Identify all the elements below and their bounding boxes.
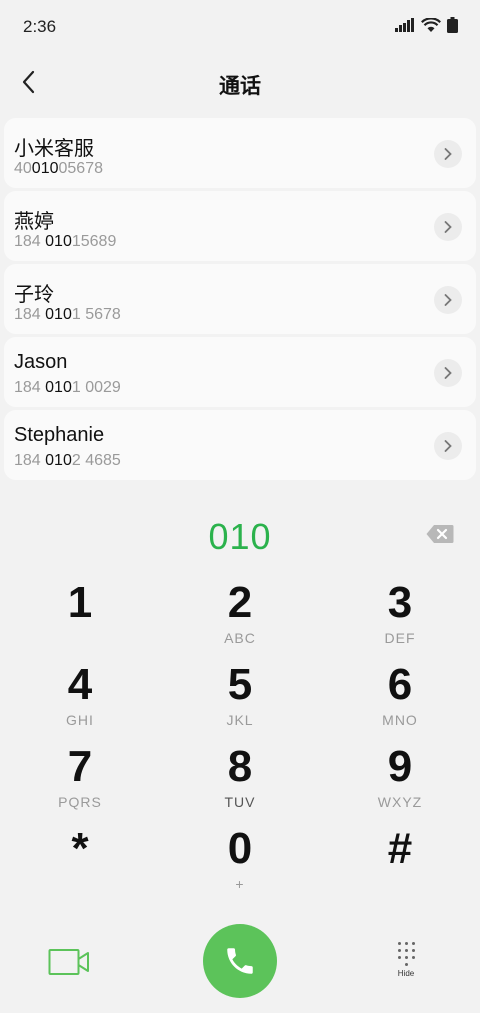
contact-name: Jason: [14, 351, 68, 373]
key-3[interactable]: 3 DEF: [320, 578, 480, 660]
key-7[interactable]: 7 PQRS: [0, 742, 160, 824]
contact-number: 184 0101 5678: [14, 306, 121, 323]
key-8[interactable]: 8 TUV: [160, 742, 320, 824]
contact-row[interactable]: Stephanie 184 0102 4685: [4, 410, 476, 480]
chevron-right-icon: [444, 294, 452, 306]
status-time: 2:36: [23, 17, 57, 36]
contact-row[interactable]: 燕婷 184 01015689: [4, 191, 476, 261]
key-5[interactable]: 5 JKL: [160, 660, 320, 742]
contact-detail-button[interactable]: [434, 432, 462, 460]
key-digit: 2: [227, 578, 253, 627]
contact-detail-button[interactable]: [434, 359, 462, 387]
chevron-right-icon: [444, 148, 452, 160]
key-letters: MNO: [382, 712, 418, 728]
key-digit: #: [387, 824, 413, 873]
contact-number: 184 01015689: [14, 233, 117, 250]
key-digit: 5: [227, 660, 253, 709]
key-digit: 3: [387, 578, 413, 627]
contact-number: 184 0102 4685: [14, 452, 121, 469]
key-digit: 1: [67, 578, 93, 627]
key-digit: 0: [227, 824, 253, 873]
bottom-action-bar: Hide: [0, 922, 480, 1002]
key-digit: 8: [227, 742, 253, 791]
contact-row[interactable]: 子玲 184 0101 5678: [4, 264, 476, 334]
key-digit: 6: [387, 660, 413, 709]
wifi-icon: [421, 17, 441, 32]
number-display: 010: [0, 512, 480, 562]
dialed-number[interactable]: 010: [0, 516, 480, 558]
video-call-button[interactable]: [48, 947, 90, 977]
contact-name: 小米客服: [14, 138, 94, 160]
chevron-right-icon: [444, 440, 452, 452]
status-bar: 2:36: [0, 0, 480, 52]
hide-label: Hide: [397, 969, 415, 978]
phone-icon: [227, 948, 253, 974]
key-letters: DEF: [384, 630, 416, 646]
key-letters: GHI: [66, 712, 94, 728]
key-2[interactable]: 2 ABC: [160, 578, 320, 660]
contact-detail-button[interactable]: [434, 213, 462, 241]
contact-detail-button[interactable]: [434, 286, 462, 314]
key-6[interactable]: 6 MNO: [320, 660, 480, 742]
backspace-button[interactable]: [426, 524, 454, 546]
contact-row[interactable]: 小米客服 4001005678: [4, 118, 476, 188]
key-digit: 7: [67, 742, 93, 791]
number-match-highlight: 010: [45, 379, 72, 396]
key-4[interactable]: 4 GHI: [0, 660, 160, 742]
key-letters: +: [235, 876, 245, 892]
header: 通话: [0, 60, 480, 108]
dial-keypad: 1 2 ABC 3 DEF 4 GHI 5 JKL 6 MNO 7 PQRS 8 TUV 9 W…: [0, 578, 480, 906]
contact-name: 燕婷: [14, 211, 54, 233]
page-title: 通话: [219, 75, 261, 98]
battery-icon: [447, 17, 458, 33]
contact-number: 184 0101 0029: [14, 379, 121, 396]
contact-name: Stephanie: [14, 424, 105, 446]
key-0[interactable]: 0 +: [160, 824, 320, 906]
contact-detail-button[interactable]: [434, 140, 462, 168]
key-digit: 9: [387, 742, 413, 791]
number-match-highlight: 010: [31, 160, 59, 177]
signal-icon: [395, 18, 414, 32]
key-letters: ABC: [224, 630, 256, 646]
key-hash[interactable]: #: [320, 824, 480, 906]
keypad-grid-icon: [397, 942, 415, 966]
call-button[interactable]: [203, 924, 277, 998]
key-letters: JKL: [226, 712, 254, 728]
key-letters: TUV: [224, 794, 256, 810]
number-match-highlight: 010: [45, 233, 72, 250]
key-digit: 4: [67, 660, 93, 709]
number-match-highlight: 010: [45, 452, 72, 469]
number-match-highlight: 010: [45, 306, 72, 323]
hide-keypad-button[interactable]: Hide: [389, 942, 423, 982]
key-9[interactable]: 9 WXYZ: [320, 742, 480, 824]
key-1[interactable]: 1: [0, 578, 160, 660]
contact-number: 4001005678: [14, 160, 103, 177]
status-icons: [395, 17, 458, 33]
key-letters: PQRS: [58, 794, 102, 810]
key-letters: WXYZ: [377, 794, 423, 810]
chevron-right-icon: [444, 367, 452, 379]
key-star[interactable]: *: [0, 824, 160, 906]
contact-row[interactable]: Jason 184 0101 0029: [4, 337, 476, 407]
contact-suggestion-list: 小米客服 4001005678 燕婷 184 01015689 子玲 184 0…: [4, 118, 476, 483]
chevron-right-icon: [444, 221, 452, 233]
video-camera-icon: [48, 949, 89, 975]
key-digit: *: [71, 824, 89, 873]
backspace-icon: [426, 525, 454, 543]
contact-name: 子玲: [14, 284, 54, 306]
